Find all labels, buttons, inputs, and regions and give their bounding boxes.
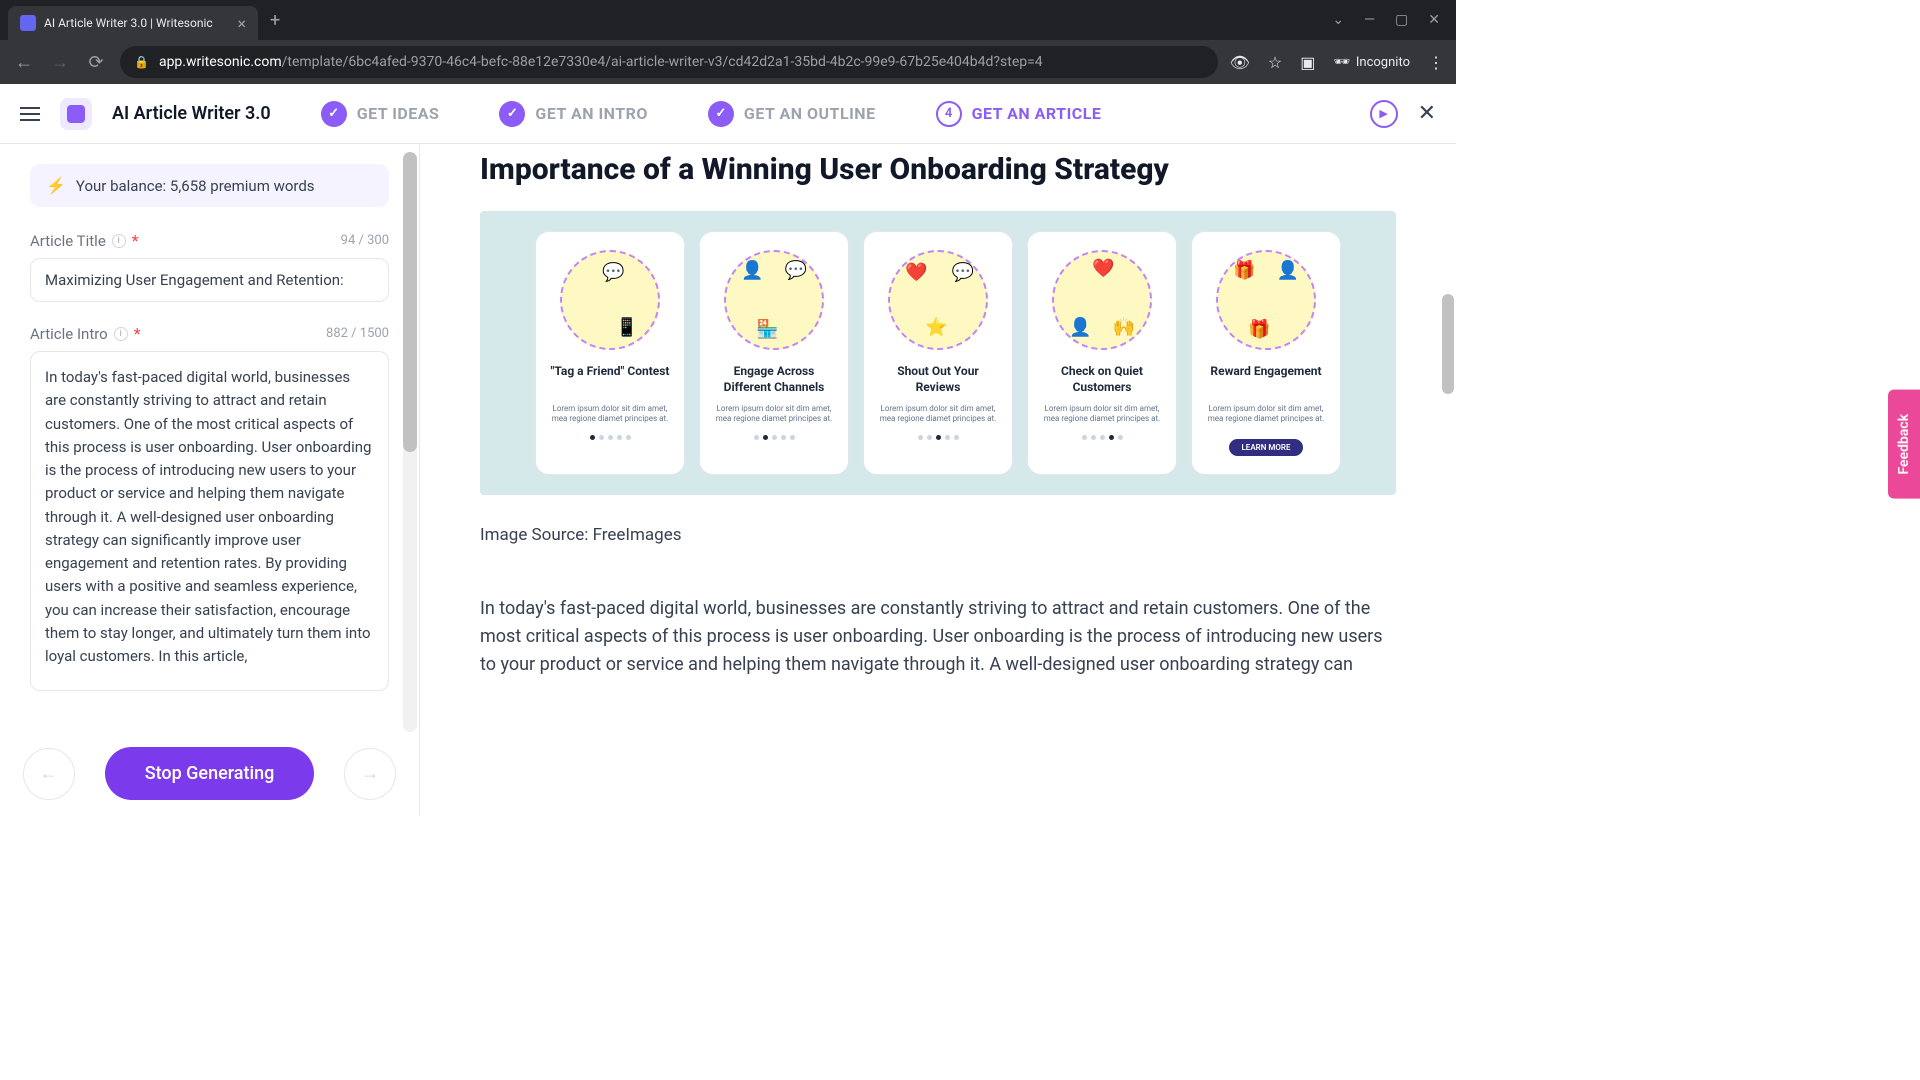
- title-char-count: 94 / 300: [341, 233, 389, 248]
- onboarding-card: 💬 📱 "Tag a Friend" Contest Lorem ipsum d…: [535, 231, 685, 475]
- learn-more-button[interactable]: LEARN MORE: [1229, 439, 1302, 456]
- extensions-icon[interactable]: ▣: [1300, 53, 1315, 72]
- card-illustration: 🎁 👤 🎁: [1216, 250, 1316, 350]
- onboarding-card: ❤️ 👤 🙌 Check on Quiet Customers Lorem ip…: [1027, 231, 1177, 475]
- required-asterisk: *: [134, 324, 141, 343]
- kebab-menu-icon[interactable]: ⋮: [1428, 53, 1444, 72]
- pagination-dots: [754, 435, 795, 440]
- card-illustration: 👤 💬 🏪: [724, 250, 824, 350]
- url-bar[interactable]: 🔒 app.writesonic.com/template/6bc4afed-9…: [120, 46, 1218, 78]
- pagination-dots: [590, 435, 631, 440]
- close-window-icon[interactable]: ✕: [1428, 12, 1440, 28]
- incognito-badge: 🕶 Incognito: [1333, 55, 1410, 70]
- info-icon[interactable]: i: [112, 234, 126, 248]
- play-circle-icon[interactable]: ▶: [1370, 100, 1398, 128]
- back-button[interactable]: ←: [12, 52, 36, 73]
- article-intro-label: Article Intro i * 882 / 1500: [30, 324, 389, 343]
- hamburger-menu-icon[interactable]: [20, 103, 40, 125]
- app-title: AI Article Writer 3.0: [112, 103, 271, 124]
- feedback-tab[interactable]: Feedback: [1888, 390, 1920, 499]
- forward-button[interactable]: →: [48, 52, 72, 73]
- incognito-icon: 🕶: [1333, 55, 1350, 70]
- article-intro-textarea[interactable]: [30, 351, 389, 691]
- image-source-caption: Image Source: FreeImages: [480, 525, 1396, 545]
- card-illustration: ❤️ 💬 ⭐: [888, 250, 988, 350]
- intro-char-count: 882 / 1500: [326, 326, 389, 341]
- browser-tab[interactable]: AI Article Writer 3.0 | Writesonic ×: [8, 6, 258, 40]
- tab-close-icon[interactable]: ×: [237, 14, 246, 33]
- article-title-input[interactable]: [30, 258, 389, 302]
- article-heading: Importance of a Winning User Onboarding …: [480, 152, 1396, 187]
- check-icon: ✓: [708, 101, 734, 127]
- info-icon[interactable]: i: [114, 327, 128, 341]
- card-illustration: ❤️ 👤 🙌: [1052, 250, 1152, 350]
- url-text: app.writesonic.com/template/6bc4afed-937…: [159, 54, 1043, 70]
- step-get-ideas[interactable]: ✓ GET IDEAS: [321, 101, 440, 127]
- onboarding-card: 🎁 👤 🎁 Reward Engagement Lorem ipsum dolo…: [1191, 231, 1341, 475]
- sidebar-scrollbar-thumb[interactable]: [403, 152, 417, 452]
- new-tab-button[interactable]: +: [270, 10, 280, 31]
- required-asterisk: *: [132, 231, 139, 250]
- step-get-outline[interactable]: ✓ GET AN OUTLINE: [708, 101, 876, 127]
- step-get-intro[interactable]: ✓ GET AN INTRO: [499, 101, 648, 127]
- next-button[interactable]: →: [344, 748, 396, 800]
- step-number-badge: 4: [936, 101, 962, 127]
- balance-pill: ⚡ Your balance: 5,658 premium words: [30, 164, 389, 207]
- eye-off-icon[interactable]: 👁: [1230, 53, 1250, 72]
- check-icon: ✓: [499, 101, 525, 127]
- tabs-dropdown-icon[interactable]: ⌄: [1332, 12, 1344, 28]
- tab-title: AI Article Writer 3.0 | Writesonic: [44, 16, 229, 30]
- article-title-label: Article Title i * 94 / 300: [30, 231, 389, 250]
- window-controls: ⌄ — ▢ ✕: [1332, 12, 1456, 28]
- app-logo: [60, 98, 92, 130]
- lock-icon: 🔒: [134, 55, 149, 69]
- sidebar: ⚡ Your balance: 5,658 premium words Arti…: [0, 144, 420, 816]
- favicon: [20, 15, 36, 31]
- address-bar: ← → ⟳ 🔒 app.writesonic.com/template/6bc4…: [0, 40, 1456, 84]
- reload-button[interactable]: ⟳: [84, 52, 108, 73]
- pagination-dots: [918, 435, 959, 440]
- check-icon: ✓: [321, 101, 347, 127]
- prev-button[interactable]: ←: [23, 748, 75, 800]
- hero-image: 💬 📱 "Tag a Friend" Contest Lorem ipsum d…: [480, 211, 1396, 495]
- star-icon[interactable]: ☆: [1268, 53, 1282, 72]
- pagination-dots: [1082, 435, 1123, 440]
- card-illustration: 💬 📱: [560, 250, 660, 350]
- onboarding-card: ❤️ 💬 ⭐ Shout Out Your Reviews Lorem ipsu…: [863, 231, 1013, 475]
- article-content: Importance of a Winning User Onboarding …: [420, 144, 1456, 816]
- close-icon[interactable]: ✕: [1418, 101, 1436, 126]
- step-get-article[interactable]: 4 GET AN ARTICLE: [936, 101, 1102, 127]
- content-scrollbar-thumb[interactable]: [1442, 294, 1454, 394]
- stop-generating-button[interactable]: Stop Generating: [105, 747, 315, 800]
- article-body: In today's fast-paced digital world, bus…: [480, 595, 1396, 679]
- lightning-icon: ⚡: [46, 176, 66, 195]
- app-header: AI Article Writer 3.0 ✓ GET IDEAS ✓ GET …: [0, 84, 1456, 144]
- browser-tab-bar: AI Article Writer 3.0 | Writesonic × + ⌄…: [0, 0, 1456, 40]
- minimize-icon[interactable]: —: [1364, 12, 1375, 28]
- maximize-icon[interactable]: ▢: [1395, 12, 1408, 28]
- onboarding-card: 👤 💬 🏪 Engage Across Different Channels L…: [699, 231, 849, 475]
